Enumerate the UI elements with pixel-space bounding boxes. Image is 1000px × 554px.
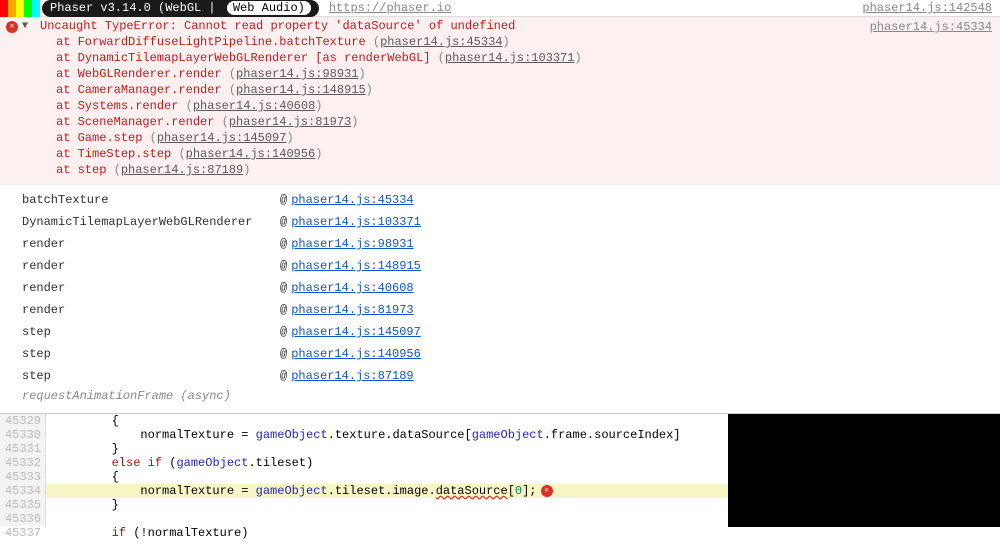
async-boundary-label: requestAnimationFrame (async) bbox=[22, 387, 994, 409]
header-source-link[interactable]: phaser14.js:142548 bbox=[862, 1, 992, 15]
stack-frame: at Systems.render (phaser14.js:40608) bbox=[56, 98, 994, 114]
line-number[interactable]: 45334 bbox=[0, 484, 41, 498]
stack-frame: at SceneManager.render (phaser14.js:8197… bbox=[56, 114, 994, 130]
phaser-audio-badge: Web Audio) bbox=[227, 1, 311, 15]
stack-trace: at ForwardDiffuseLightPipeline.batchText… bbox=[56, 34, 994, 178]
trace-row: render@phaser14.js:81973 bbox=[22, 299, 994, 321]
trace-row: render@phaser14.js:40608 bbox=[22, 277, 994, 299]
resolved-trace-table: batchTexture@phaser14.js:45334 DynamicTi… bbox=[0, 185, 1000, 413]
stack-link[interactable]: phaser14.js:81973 bbox=[229, 115, 351, 129]
line-number[interactable]: 45330 bbox=[0, 428, 41, 442]
trace-link[interactable]: phaser14.js:145097 bbox=[291, 321, 421, 343]
trace-link[interactable]: phaser14.js:98931 bbox=[291, 233, 413, 255]
trace-link[interactable]: phaser14.js:148915 bbox=[291, 255, 421, 277]
line-gutter: 45329 45330 45331 45332 45333 45334 4533… bbox=[0, 414, 46, 526]
error-icon bbox=[6, 21, 18, 33]
trace-row: render@phaser14.js:98931 bbox=[22, 233, 994, 255]
code-area[interactable]: { normalTexture = gameObject.texture.dat… bbox=[46, 414, 1000, 526]
phaser-url-link[interactable]: https://phaser.io bbox=[329, 1, 451, 15]
stack-link[interactable]: phaser14.js:87189 bbox=[121, 163, 243, 177]
trace-link[interactable]: phaser14.js:45334 bbox=[291, 189, 413, 211]
stack-link[interactable]: phaser14.js:40608 bbox=[193, 99, 315, 113]
stack-frame: at CameraManager.render (phaser14.js:148… bbox=[56, 82, 994, 98]
trace-link[interactable]: phaser14.js:87189 bbox=[291, 365, 413, 387]
expand-triangle-icon[interactable]: ▼ bbox=[22, 21, 28, 32]
stack-frame: at Game.step (phaser14.js:145097) bbox=[56, 130, 994, 146]
stack-frame: at ForwardDiffuseLightPipeline.batchText… bbox=[56, 34, 994, 50]
line-number[interactable]: 45336 bbox=[0, 512, 41, 526]
trace-link[interactable]: phaser14.js:81973 bbox=[291, 299, 413, 321]
color-bar bbox=[16, 0, 24, 17]
color-bar bbox=[24, 0, 32, 17]
line-number[interactable]: 45332 bbox=[0, 456, 41, 470]
line-number[interactable]: 45329 bbox=[0, 414, 41, 428]
phaser-version-label: Phaser v3.14.0 (WebGL | Web Audio) bbox=[42, 0, 319, 17]
minimap-panel[interactable] bbox=[728, 414, 1000, 527]
error-source-link[interactable]: phaser14.js:45334 bbox=[870, 20, 992, 34]
trace-row: step@phaser14.js:87189 bbox=[22, 365, 994, 387]
line-number[interactable]: 45335 bbox=[0, 498, 41, 512]
trace-row: step@phaser14.js:140956 bbox=[22, 343, 994, 365]
line-number[interactable]: 45331 bbox=[0, 442, 41, 456]
trace-row: step@phaser14.js:145097 bbox=[22, 321, 994, 343]
source-pane: 45329 45330 45331 45332 45333 45334 4533… bbox=[0, 413, 1000, 526]
color-bar bbox=[0, 0, 8, 17]
stack-link[interactable]: phaser14.js:103371 bbox=[445, 51, 575, 65]
trace-row: DynamicTilemapLayerWebGLRenderer@phaser1… bbox=[22, 211, 994, 233]
line-number[interactable]: 45333 bbox=[0, 470, 41, 484]
line-number[interactable]: 45337 bbox=[0, 526, 41, 540]
color-bar bbox=[32, 0, 40, 17]
stack-link[interactable]: phaser14.js:140956 bbox=[186, 147, 316, 161]
phaser-color-bars bbox=[0, 0, 40, 17]
trace-link[interactable]: phaser14.js:140956 bbox=[291, 343, 421, 365]
trace-link[interactable]: phaser14.js:40608 bbox=[291, 277, 413, 299]
inline-error-icon[interactable] bbox=[541, 485, 553, 497]
trace-row: render@phaser14.js:148915 bbox=[22, 255, 994, 277]
console-header: Phaser v3.14.0 (WebGL | Web Audio) https… bbox=[0, 0, 1000, 17]
phaser-label-text: Phaser v3.14.0 (WebGL | bbox=[50, 1, 223, 15]
stack-frame: at step (phaser14.js:87189) bbox=[56, 162, 994, 178]
color-bar bbox=[8, 0, 16, 17]
error-block: ▼ Uncaught TypeError: Cannot read proper… bbox=[0, 17, 1000, 185]
error-message: Uncaught TypeError: Cannot read property… bbox=[40, 19, 515, 33]
stack-link[interactable]: phaser14.js:145097 bbox=[157, 131, 287, 145]
stack-link[interactable]: phaser14.js:98931 bbox=[236, 67, 358, 81]
trace-row: batchTexture@phaser14.js:45334 bbox=[22, 189, 994, 211]
stack-link[interactable]: phaser14.js:45334 bbox=[380, 35, 502, 49]
trace-link[interactable]: phaser14.js:103371 bbox=[291, 211, 421, 233]
stack-frame: at DynamicTilemapLayerWebGLRenderer [as … bbox=[56, 50, 994, 66]
code-line: if (!normalTexture) bbox=[46, 526, 1000, 540]
stack-link[interactable]: phaser14.js:148915 bbox=[236, 83, 366, 97]
stack-frame: at WebGLRenderer.render (phaser14.js:989… bbox=[56, 66, 994, 82]
stack-frame: at TimeStep.step (phaser14.js:140956) bbox=[56, 146, 994, 162]
